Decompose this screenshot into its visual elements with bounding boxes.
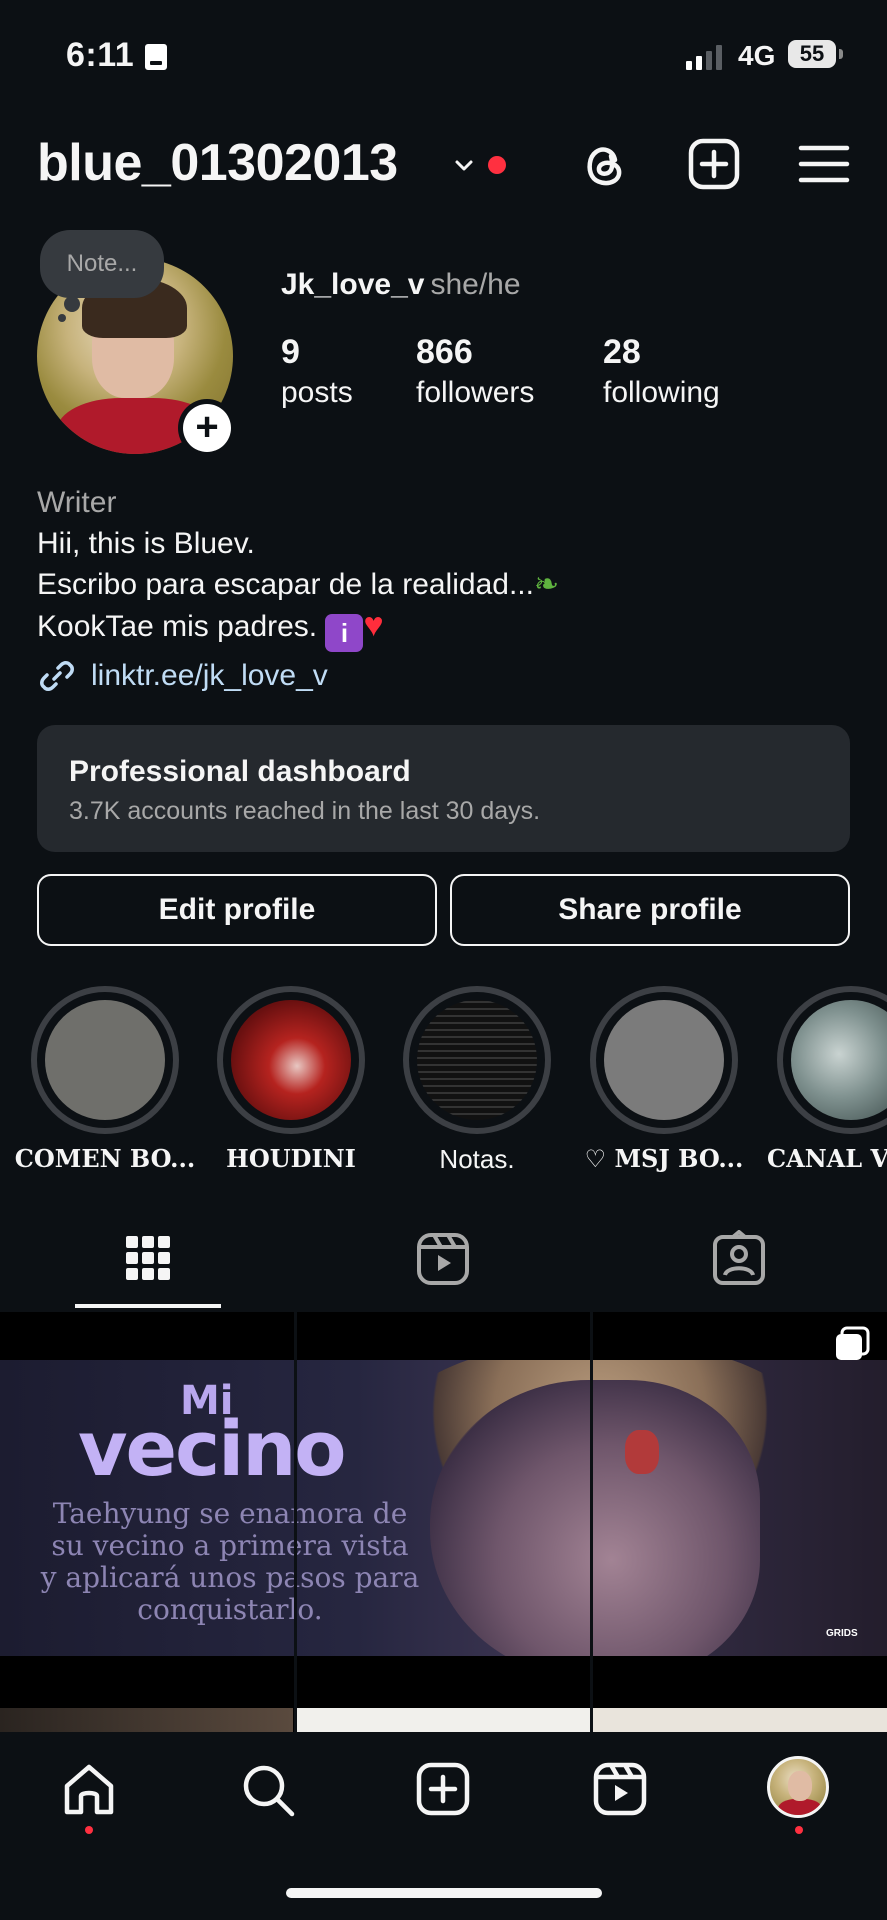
note-bubble-tail [64,296,80,312]
highlight-cover [791,1000,887,1120]
bio-line-2: Escribo para escapar de la realidad... [37,568,534,601]
highlight-label: Notas. [439,1144,515,1174]
stat-label: posts [281,376,353,409]
stat-posts[interactable]: 9 posts [281,333,353,410]
heart-emoji-icon: ♥ [363,606,384,644]
highlight-item[interactable]: CANAL V [767,986,887,1173]
home-indicator [286,1888,602,1898]
bio-category: Writer [37,486,117,519]
battery-icon: 55 [788,40,836,68]
reading-mode-icon [145,44,167,70]
status-time: 6:11 [66,36,135,74]
post-thumbnail[interactable] [297,1708,590,1732]
threads-icon[interactable] [577,136,633,192]
dashboard-subtitle: 3.7K accounts reached in the last 30 day… [69,797,541,825]
post-title-big: vecino [78,1404,347,1493]
highlight-cover [604,1000,724,1120]
notification-dot [488,156,506,174]
display-name-line: Jk_love_v she/he [281,268,521,302]
profile-tabs [0,1222,887,1310]
active-tab-indicator [75,1304,221,1308]
leaf-emoji-icon: ❧ [533,568,560,601]
stat-value: 28 [603,333,641,371]
tagged-tab-icon[interactable] [712,1230,766,1286]
pronouns: she/he [430,268,521,301]
create-icon[interactable] [416,1762,470,1816]
profile-nav-avatar[interactable] [767,1756,829,1818]
battery-tip [839,49,843,59]
post-watermark: GRIDS [826,1628,858,1639]
post-thumbnail[interactable]: Mi vecino Taehyung se enamora de su veci… [0,1360,887,1656]
bio-link[interactable]: linktr.ee/jk_love_v [37,656,328,696]
post-thumbnail[interactable] [593,1708,887,1732]
posts-grid: Mi vecino Taehyung se enamora de su veci… [0,1312,887,1732]
info-emoji-icon: i [325,614,364,652]
link-icon [40,661,74,691]
carousel-icon [836,1326,870,1360]
stat-value: 866 [416,333,473,371]
home-icon[interactable] [62,1762,116,1818]
highlight-cover [45,1000,165,1120]
profile-header: blue_01302013 [0,128,887,198]
account-username[interactable]: blue_01302013 [37,133,398,193]
edit-profile-button[interactable]: Edit profile [37,874,437,946]
stat-followers[interactable]: 866 followers [416,333,534,410]
reels-tab-icon[interactable] [416,1230,470,1286]
professional-dashboard-card[interactable]: Professional dashboard 3.7K accounts rea… [37,725,850,852]
plus-icon: + [183,404,231,452]
highlight-item[interactable]: Notas. [403,986,551,1174]
highlight-item[interactable]: ♡ MSJ BO... [585,986,743,1173]
highlight-item[interactable]: HOUDINI [217,986,365,1173]
note-bubble[interactable]: Note... [40,230,164,298]
dashboard-title: Professional dashboard [69,755,411,788]
grid-tab-icon[interactable] [125,1230,171,1286]
post-thumbnail[interactable] [0,1708,293,1732]
bio-line-3: KookTae mis padres. [37,610,318,643]
highlight-label: ♡ MSJ BO... [584,1144,744,1173]
stat-following[interactable]: 28 following [603,333,720,410]
network-type: 4G [738,40,776,71]
stat-value: 9 [281,333,300,371]
home-notification-dot [85,1826,93,1834]
highlight-label: HOUDINI [226,1144,356,1173]
menu-icon[interactable] [796,136,852,192]
search-icon[interactable] [240,1762,296,1818]
create-post-icon[interactable] [686,136,742,192]
highlight-item[interactable]: COMEN BO... [15,986,195,1173]
reels-icon[interactable] [593,1762,647,1816]
note-bubble-tail-small [58,314,66,322]
highlight-cover [231,1000,351,1120]
cellular-signal-icon [686,44,722,70]
status-bar: 6:11 4G 55 [0,0,887,110]
highlight-label: CANAL V [767,1144,887,1173]
display-name: Jk_love_v [281,268,425,301]
highlight-cover [417,1000,537,1120]
stat-label: followers [416,376,535,409]
post-description: Taehyung se enamora de su vecino a prime… [40,1497,420,1626]
bio-link-text: linktr.ee/jk_love_v [91,659,328,692]
grid-divider [294,1312,297,1732]
grid-divider [590,1312,593,1732]
earring-detail [625,1430,659,1474]
highlight-label: COMEN BO... [14,1144,196,1173]
add-story-button[interactable]: + [178,399,236,457]
stat-label: following [603,376,720,409]
share-profile-button[interactable]: Share profile [450,874,850,946]
profile-notification-dot [795,1826,803,1834]
chevron-down-icon[interactable] [454,156,474,176]
bio-line-1: Hii, this is Bluev. [37,527,255,560]
bio: Writer Hii, this is Bluev. Escribo para … [37,482,559,652]
